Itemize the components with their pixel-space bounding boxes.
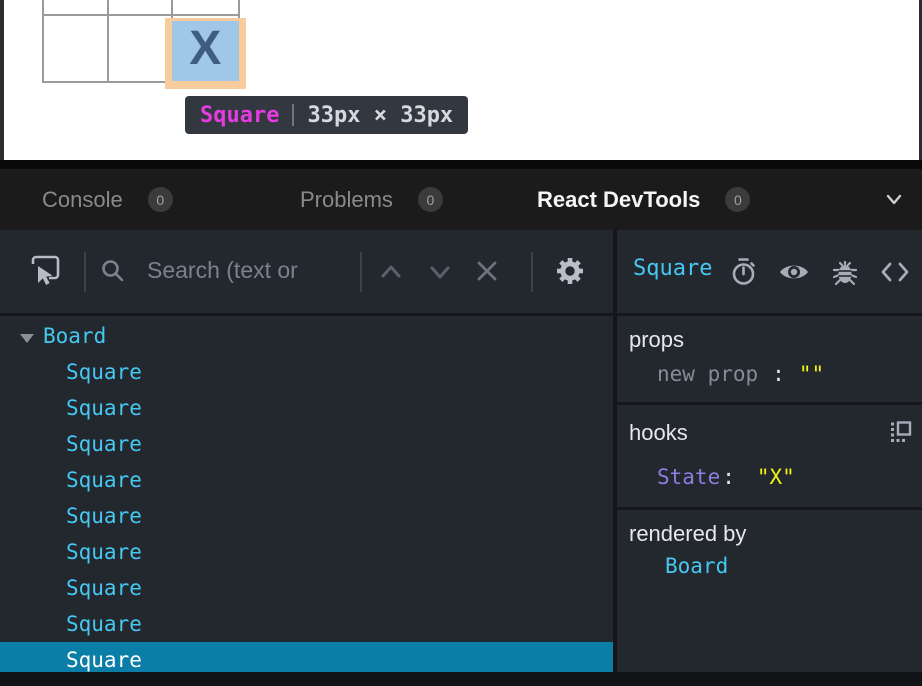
inspect-dom-eye-icon[interactable] (778, 260, 810, 284)
tab-badge: 0 (148, 187, 173, 212)
tab-problems[interactable]: Problems 0 (300, 169, 443, 230)
board-square[interactable] (109, 0, 174, 16)
component-name-label: Square (66, 576, 142, 600)
hook-row[interactable]: State : "X" (629, 465, 910, 489)
rendered-by-title: rendered by (629, 522, 910, 546)
toolbar-divider (531, 252, 533, 292)
component-name-label: Square (66, 468, 142, 492)
component-name-label: Square (66, 648, 142, 672)
component-tree: Board Square Square Square Square Square Squar… (0, 316, 613, 672)
react-devtools-panel: Search (text or (0, 230, 922, 672)
hooks-section: hooks State : "X" (617, 405, 922, 507)
game-board: X (42, 0, 240, 83)
suspend-timer-icon[interactable] (730, 257, 757, 287)
component-name-label: Square (66, 504, 142, 528)
next-result-icon[interactable] (427, 262, 453, 282)
tooltip-dimensions: 33px × 33px (307, 103, 453, 128)
props-section: props new prop : "" (617, 316, 922, 402)
collapse-panel-chevron-icon[interactable] (882, 187, 906, 211)
tooltip-divider (292, 104, 294, 126)
board-square-highlighted[interactable]: X (173, 16, 238, 81)
tree-row-square[interactable]: Square (0, 606, 613, 642)
tree-row-square[interactable]: Square (0, 534, 613, 570)
tooltip-component-name: Square (200, 103, 279, 128)
tree-row-board[interactable]: Board (0, 318, 613, 354)
board-square[interactable] (44, 0, 109, 16)
component-name-label: Square (66, 612, 142, 636)
toolbar-divider (84, 252, 86, 292)
tree-row-square[interactable]: Square (0, 354, 613, 390)
clear-search-icon[interactable] (474, 258, 500, 284)
select-element-to-inspect-icon[interactable] (30, 254, 62, 288)
tree-row-square[interactable]: Square (0, 498, 613, 534)
component-name-label: Square (66, 432, 142, 456)
component-name-label: Square (66, 540, 142, 564)
window-left-edge (0, 0, 4, 160)
previous-result-icon[interactable] (378, 262, 404, 282)
settings-gear-icon[interactable] (555, 256, 585, 286)
inspector-header: Square (617, 230, 922, 313)
tree-row-square[interactable]: Square (0, 390, 613, 426)
toolbar-divider (360, 252, 362, 292)
prop-value[interactable]: "" (799, 362, 824, 386)
tree-row-square[interactable]: Square (0, 462, 613, 498)
tab-react-devtools[interactable]: React DevTools 0 (537, 169, 750, 230)
inspected-page-view: X Square 33px × 33px (0, 0, 922, 160)
view-source-code-icon[interactable] (880, 260, 910, 284)
component-name-label: Board (43, 324, 106, 348)
component-name-label: Square (66, 360, 142, 384)
tab-console[interactable]: Console 0 (42, 169, 173, 230)
board-square[interactable] (173, 0, 238, 16)
inspect-tooltip: Square 33px × 33px (185, 96, 468, 134)
tab-label: Problems (300, 187, 393, 213)
hook-value[interactable]: "X" (757, 465, 795, 489)
expand-collapse-triangle-icon[interactable] (20, 334, 34, 343)
tab-badge: 0 (725, 187, 750, 212)
devtools-tab-bar: Console 0 Problems 0 React DevTools 0 (0, 169, 922, 230)
search-icon (100, 258, 126, 284)
prop-row[interactable]: new prop : "" (629, 362, 910, 386)
inspect-highlight-content: X (172, 21, 239, 81)
square-value: X (189, 25, 221, 77)
hook-name[interactable]: State (657, 465, 720, 489)
hook-separator: : (722, 465, 735, 489)
component-name-label: Square (66, 396, 142, 420)
inspector-panel: Square (617, 230, 922, 672)
panel-top-edge (0, 160, 922, 169)
components-tree-panel: Search (text or (0, 230, 613, 672)
tree-row-square[interactable]: Square (0, 426, 613, 462)
rendered-by-owner-link[interactable]: Board (629, 554, 910, 578)
search-input[interactable]: Search (text or (147, 257, 298, 284)
hooks-title: hooks (629, 421, 910, 445)
tree-row-square[interactable]: Square (0, 642, 613, 672)
parse-hook-names-icon[interactable] (890, 421, 912, 443)
board-square[interactable] (109, 16, 174, 81)
log-component-bug-icon[interactable] (831, 258, 859, 286)
tab-label: React DevTools (537, 187, 700, 213)
rendered-by-section: rendered by Board (617, 510, 922, 672)
tab-badge: 0 (418, 187, 443, 212)
tree-toolbar: Search (text or (0, 230, 613, 313)
prop-separator: : (772, 362, 785, 386)
panel-bottom-edge (0, 672, 922, 686)
app-window: X Square 33px × 33px Console 0 Problems … (0, 0, 922, 686)
selected-component-name: Square (633, 256, 712, 281)
props-title: props (629, 328, 910, 352)
prop-key[interactable]: new prop (657, 362, 758, 386)
tree-row-square[interactable]: Square (0, 570, 613, 606)
board-square[interactable] (44, 16, 109, 81)
tab-label: Console (42, 187, 123, 213)
